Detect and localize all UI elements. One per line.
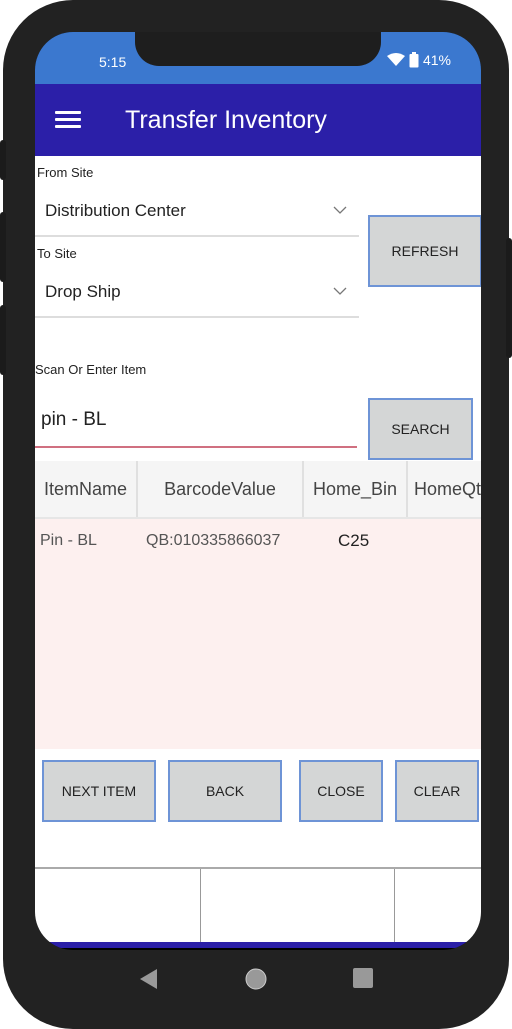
content: From Site Distribution Center To Site Dr…	[35, 156, 481, 945]
items-grid: ItemName BarcodeValue Home_Bin HomeQty P…	[35, 461, 481, 749]
cell-home-bin: C25	[338, 531, 370, 550]
battery-icon	[409, 52, 419, 68]
screen: 5:15 41% Transfer Inventory From Site Di…	[35, 32, 481, 950]
chevron-down-icon	[333, 206, 347, 214]
home-nav-icon[interactable]	[244, 967, 268, 991]
bottom-grid	[35, 867, 481, 945]
wifi-icon	[386, 53, 405, 66]
side-button	[0, 140, 6, 180]
back-nav-icon[interactable]	[138, 968, 158, 990]
power-button	[506, 238, 512, 358]
battery-percent: 41%	[422, 52, 451, 68]
search-button[interactable]: SEARCH	[368, 398, 473, 460]
to-site-picker[interactable]: Drop Ship	[35, 270, 359, 318]
bottom-grid-cell	[35, 869, 201, 945]
app-bar: Transfer Inventory	[35, 84, 481, 156]
status-bar: 5:15 41%	[35, 32, 481, 84]
volume-down-button	[0, 305, 6, 375]
bottom-grid-cell	[201, 869, 395, 945]
status-time: 5:15	[99, 54, 127, 70]
refresh-button[interactable]: REFRESH	[368, 215, 481, 287]
from-site-label: From Site	[37, 165, 94, 180]
cell-barcode: QB:010335866037	[146, 532, 281, 549]
column-header-home-bin[interactable]: Home_Bin	[304, 461, 408, 517]
to-site-value: Drop Ship	[45, 282, 121, 301]
scan-item-label: Scan Or Enter Item	[35, 362, 147, 377]
scan-item-field[interactable]	[35, 398, 357, 448]
back-button[interactable]: BACK	[168, 760, 282, 822]
scan-item-input[interactable]	[39, 408, 343, 432]
next-item-button[interactable]: NEXT ITEM	[42, 760, 156, 822]
phone-frame: 5:15 41% Transfer Inventory From Site Di…	[0, 0, 512, 1029]
column-header-homeqty[interactable]: HomeQty	[408, 461, 481, 517]
page-title: Transfer Inventory	[125, 106, 327, 134]
column-header-itemname[interactable]: ItemName	[35, 461, 138, 517]
from-site-value: Distribution Center	[45, 201, 186, 220]
bottom-grid-cell	[395, 869, 481, 945]
from-site-picker[interactable]: Distribution Center	[35, 189, 359, 237]
bottom-accent-strip	[35, 942, 481, 948]
grid-header: ItemName BarcodeValue Home_Bin HomeQty	[35, 461, 481, 519]
status-indicators: 41%	[386, 52, 451, 68]
table-row[interactable]: Pin - BL QB:010335866037 C25	[35, 517, 481, 565]
chevron-down-icon	[333, 287, 347, 295]
column-header-barcodevalue[interactable]: BarcodeValue	[138, 461, 304, 517]
notch	[135, 32, 381, 66]
navigation-bar	[32, 950, 478, 1000]
recents-nav-icon[interactable]	[353, 968, 373, 988]
volume-up-button	[0, 212, 6, 282]
close-button[interactable]: CLOSE	[299, 760, 383, 822]
clear-button[interactable]: CLEAR	[395, 760, 479, 822]
cell-home-qty	[408, 517, 481, 565]
cell-item-name: Pin - BL	[40, 532, 97, 549]
hamburger-menu-icon[interactable]	[55, 111, 81, 129]
to-site-label: To Site	[37, 246, 77, 261]
